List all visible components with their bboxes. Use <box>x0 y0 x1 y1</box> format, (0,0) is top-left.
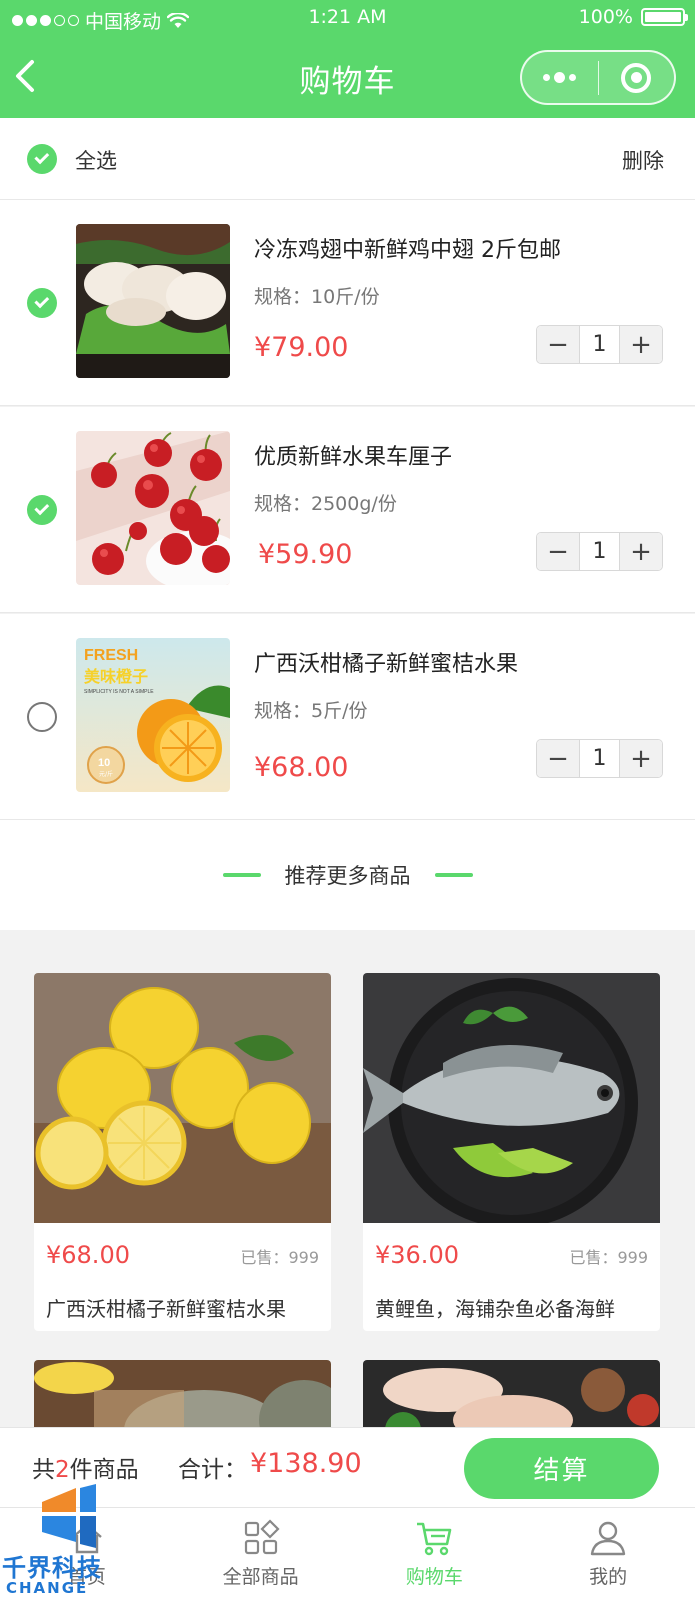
item-price: ¥68.00 <box>254 752 349 783</box>
miniprogram-capsule <box>520 50 676 105</box>
heading-line-right <box>434 873 473 877</box>
status-bar: 中国移动 1:21 AM 100% <box>0 0 695 36</box>
recommend-heading: 推荐更多商品 <box>0 820 695 930</box>
battery-info: 100% <box>578 6 688 28</box>
quantity-value[interactable]: 1 <box>579 533 620 570</box>
tab-mine[interactable]: 我的 <box>521 1508 695 1600</box>
product-price: ¥36.00 <box>375 1241 459 1269</box>
cart-item: 优质新鲜水果车厘子 规格：2500g/份 ¥59.90 − 1 + <box>0 407 695 613</box>
nav-bar: 购物车 <box>0 40 695 118</box>
price-row: ¥36.00 已售：999 <box>375 1241 648 1269</box>
increase-button[interactable]: + <box>620 740 662 777</box>
item-name[interactable]: 冷冻鸡翅中新鲜鸡中翅 2斤包邮 <box>254 232 561 264</box>
product-name[interactable]: 黄鲤鱼，海铺杂鱼必备海鲜 <box>375 1293 615 1322</box>
lemons-image[interactable] <box>34 973 331 1223</box>
watermark-text: 千界科技 <box>2 1554 102 1582</box>
sold-count: 已售：999 <box>569 1248 648 1267</box>
product-price: ¥68.00 <box>46 1241 130 1269</box>
tab-label: 全部商品 <box>222 1566 299 1588</box>
cherries-image[interactable] <box>76 431 230 585</box>
grid-icon <box>244 1519 280 1555</box>
tab-all-products[interactable]: 全部商品 <box>174 1508 348 1600</box>
item-count: 共2件商品 <box>32 1457 139 1483</box>
checkout-button[interactable]: 结算 <box>464 1438 659 1499</box>
total-label: 合计： <box>178 1457 247 1483</box>
watermark-subtext: CHANGE <box>6 1579 89 1597</box>
product-card[interactable]: ¥68.00 已售：999 广西沃柑橘子新鲜蜜桔水果 <box>34 973 331 1331</box>
tab-label: 购物车 <box>405 1566 463 1588</box>
item-checkbox[interactable] <box>27 288 57 318</box>
quantity-stepper: − 1 + <box>536 532 663 571</box>
quantity-value[interactable]: 1 <box>579 326 620 363</box>
cart-item: FRESH 美味橙子 SIMPLICITY IS NOT A SIMPLE 10… <box>0 614 695 820</box>
increase-button[interactable]: + <box>620 533 662 570</box>
item-count-number: 2 <box>55 1457 70 1483</box>
svg-text:元/斤: 元/斤 <box>99 770 113 778</box>
select-all-checkbox[interactable] <box>27 144 57 174</box>
more-button[interactable] <box>522 52 598 103</box>
quantity-stepper: − 1 + <box>536 739 663 778</box>
oranges-image[interactable]: FRESH 美味橙子 SIMPLICITY IS NOT A SIMPLE 10… <box>76 638 230 792</box>
item-spec: 规格：10斤/份 <box>254 286 380 308</box>
user-icon <box>590 1521 626 1556</box>
fish-image[interactable] <box>363 973 660 1223</box>
svg-text:FRESH: FRESH <box>84 647 138 664</box>
increase-button[interactable]: + <box>620 326 662 363</box>
more-dots-icon <box>543 72 577 83</box>
target-icon <box>621 62 652 93</box>
cart-page: 中国移动 1:21 AM 100% 购物车 全选 删除 冷冻鸡翅中新鲜鸡中翅 2… <box>0 0 695 1600</box>
tab-cart[interactable]: 购物车 <box>348 1508 522 1600</box>
recommend-title: 推荐更多商品 <box>284 864 411 888</box>
close-miniprogram-button[interactable] <box>599 52 675 103</box>
item-name[interactable]: 广西沃柑橘子新鲜蜜桔水果 <box>254 646 518 678</box>
quantity-value[interactable]: 1 <box>579 740 620 777</box>
svg-text:10: 10 <box>98 757 110 769</box>
decrease-button[interactable]: − <box>537 533 579 570</box>
item-spec: 规格：2500g/份 <box>254 493 397 515</box>
product-name[interactable]: 广西沃柑橘子新鲜蜜桔水果 <box>46 1293 286 1322</box>
sold-count: 已售：999 <box>240 1248 319 1267</box>
total-price: ¥138.90 <box>250 1448 362 1479</box>
battery-icon <box>641 8 688 26</box>
item-spec: 规格：5斤/份 <box>254 700 368 722</box>
product-card[interactable]: ¥36.00 已售：999 黄鲤鱼，海铺杂鱼必备海鲜 <box>363 973 660 1331</box>
battery-percent: 100% <box>578 6 633 28</box>
item-price: ¥59.90 <box>258 539 353 570</box>
tab-label: 我的 <box>589 1566 628 1588</box>
decrease-button[interactable]: − <box>537 326 579 363</box>
watermark-logo: 千界科技 CHANGE <box>0 1482 130 1600</box>
item-checkbox[interactable] <box>27 702 57 732</box>
quantity-stepper: − 1 + <box>536 325 663 364</box>
svg-text:SIMPLICITY IS NOT A SIMPLE: SIMPLICITY IS NOT A SIMPLE <box>84 689 154 695</box>
price-row: ¥68.00 已售：999 <box>46 1241 319 1269</box>
decrease-button[interactable]: − <box>537 740 579 777</box>
select-all-label[interactable]: 全选 <box>75 145 117 175</box>
chicken-wings-image[interactable] <box>76 224 230 378</box>
item-price: ¥79.00 <box>254 332 349 363</box>
cart-icon <box>417 1522 452 1556</box>
delete-button[interactable]: 删除 <box>622 145 664 175</box>
svg-text:美味橙子: 美味橙子 <box>84 667 148 686</box>
heading-line-left <box>222 873 261 877</box>
select-all-bar: 全选 删除 <box>0 118 695 200</box>
cart-item: 冷冻鸡翅中新鲜鸡中翅 2斤包邮 规格：10斤/份 ¥79.00 − 1 + <box>0 200 695 406</box>
header: 中国移动 1:21 AM 100% 购物车 <box>0 0 695 118</box>
item-checkbox[interactable] <box>27 495 57 525</box>
item-name[interactable]: 优质新鲜水果车厘子 <box>254 439 452 471</box>
